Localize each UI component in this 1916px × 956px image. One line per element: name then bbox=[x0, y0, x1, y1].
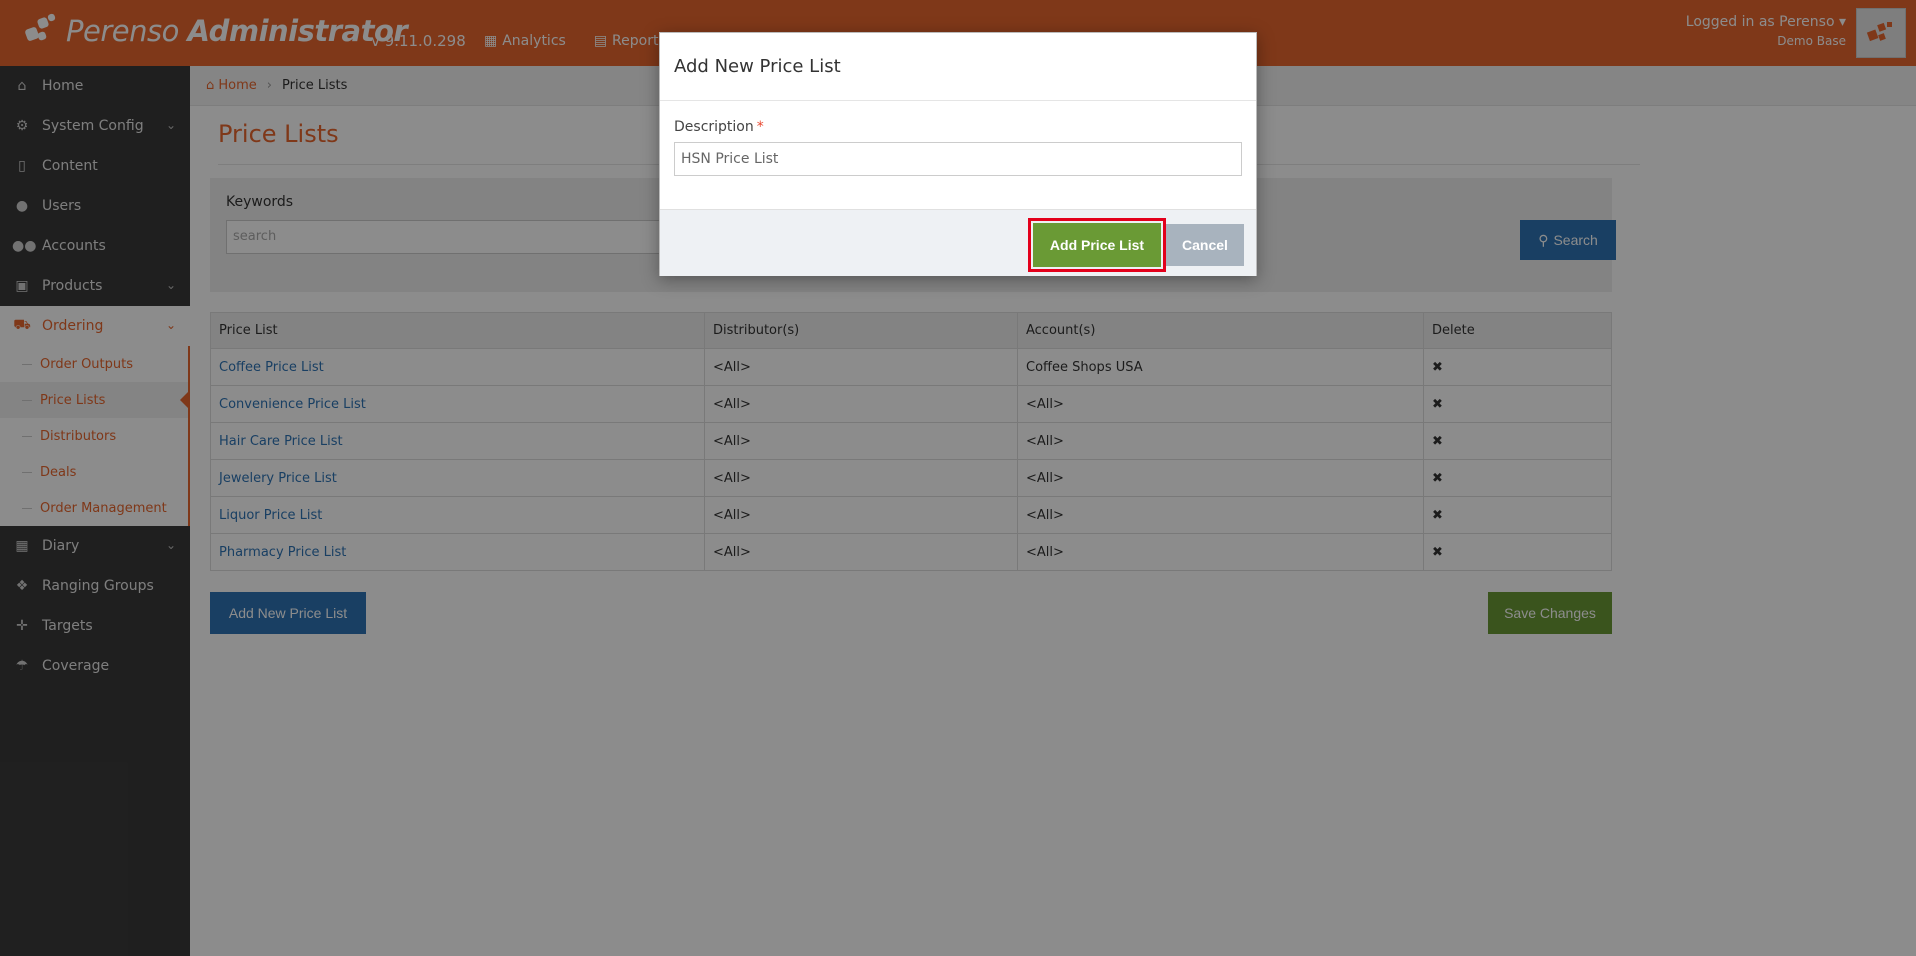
description-label: Description * bbox=[674, 119, 764, 135]
cancel-button[interactable]: Cancel bbox=[1166, 224, 1244, 266]
dialog-body: Description * bbox=[660, 101, 1256, 209]
dialog-footer: Add Price List Cancel bbox=[660, 209, 1256, 276]
add-price-list-button[interactable]: Add Price List bbox=[1033, 223, 1161, 267]
description-input[interactable] bbox=[674, 142, 1242, 176]
required-marker: * bbox=[756, 119, 764, 135]
dialog-title: Add New Price List bbox=[660, 33, 1256, 101]
add-price-list-dialog: Add New Price List Description* Add Pric… bbox=[659, 32, 1257, 276]
